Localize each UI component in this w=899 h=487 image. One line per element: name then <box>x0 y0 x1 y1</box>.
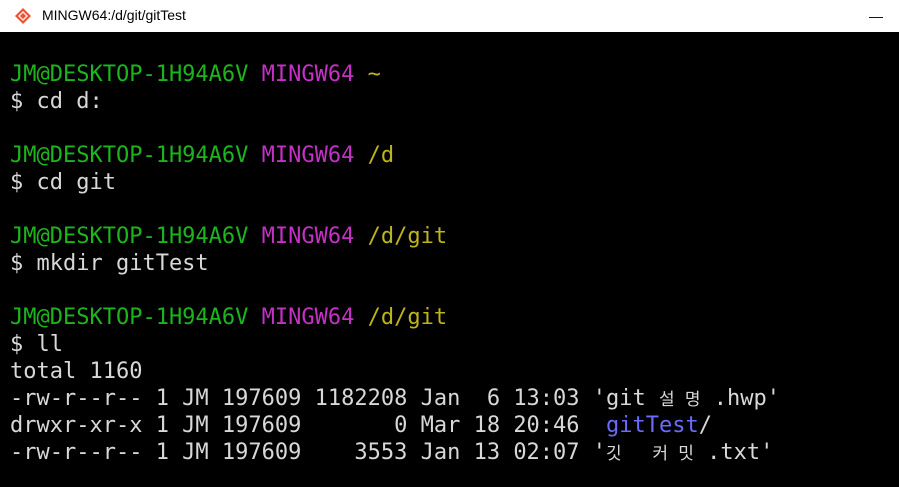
prompt-path: /d/git <box>367 224 448 249</box>
ll-entry: -rw-r--r-- 1 JM 197609 3553 Jan 13 02:07… <box>10 439 773 466</box>
prompt-shell: MINGW64 <box>261 305 355 330</box>
prompt-path: /d/git <box>367 305 448 330</box>
file-extension: .hwp <box>700 386 767 411</box>
ll-total: total 1160 <box>10 359 143 384</box>
file-extension: .txt <box>693 440 761 465</box>
ll-entry-meta: -rw-r--r-- 1 JM 197609 3553 Jan 13 02:07 <box>10 440 593 465</box>
prompt-line: JM@DESKTOP-1H94A6V MINGW64 ~ <box>10 61 381 88</box>
git-diamond-icon <box>15 8 31 24</box>
minimize-icon: — <box>869 8 883 24</box>
prompt-user-host: JM@DESKTOP-1H94A6V <box>10 305 249 330</box>
quote: ' <box>760 440 774 465</box>
command-line: $ mkdir gitTest <box>10 251 209 276</box>
directory-suffix: / <box>698 413 712 438</box>
prompt-user-host: JM@DESKTOP-1H94A6V <box>10 62 249 87</box>
prompt-path: /d <box>367 143 395 168</box>
quote: ' <box>592 386 607 411</box>
window-titlebar[interactable]: MINGW64:/d/git/gitTest — <box>0 0 899 32</box>
command-line: $ ll <box>10 332 63 357</box>
file-name-part: git <box>606 386 660 411</box>
directory-name: gitTest <box>606 413 699 438</box>
quote: ' <box>592 440 607 465</box>
prompt-path: ~ <box>367 62 381 87</box>
prompt-line: JM@DESKTOP-1H94A6V MINGW64 /d/git <box>10 223 447 250</box>
file-name-korean: 깃 커 밋 <box>606 444 694 464</box>
prompt-shell: MINGW64 <box>261 143 355 168</box>
quote: ' <box>766 386 781 411</box>
window-title: MINGW64:/d/git/gitTest <box>42 7 186 23</box>
ll-entry-meta: -rw-r--r-- 1 JM 197609 1182208 Jan 6 13:… <box>10 386 593 411</box>
command-line: $ cd git <box>10 170 116 195</box>
prompt-user-host: JM@DESKTOP-1H94A6V <box>10 143 249 168</box>
prompt-shell: MINGW64 <box>261 62 355 87</box>
minimize-button[interactable]: — <box>853 0 899 32</box>
command-line: $ cd d: <box>10 89 103 114</box>
prompt-line: JM@DESKTOP-1H94A6V MINGW64 /d/git <box>10 304 447 331</box>
terminal-area[interactable]: JM@DESKTOP-1H94A6V MINGW64 ~ $ cd d: JM@… <box>0 32 899 487</box>
prompt-line: JM@DESKTOP-1H94A6V MINGW64 /d <box>10 142 394 169</box>
ll-entry-meta: drwxr-xr-x 1 JM 197609 0 Mar 18 20:46 <box>10 413 607 438</box>
ll-entry: -rw-r--r-- 1 JM 197609 1182208 Jan 6 13:… <box>10 385 780 412</box>
ll-entry: drwxr-xr-x 1 JM 197609 0 Mar 18 20:46 gi… <box>10 412 712 439</box>
prompt-user-host: JM@DESKTOP-1H94A6V <box>10 224 249 249</box>
file-name-korean: 설 명 <box>659 390 701 410</box>
prompt-shell: MINGW64 <box>261 224 355 249</box>
